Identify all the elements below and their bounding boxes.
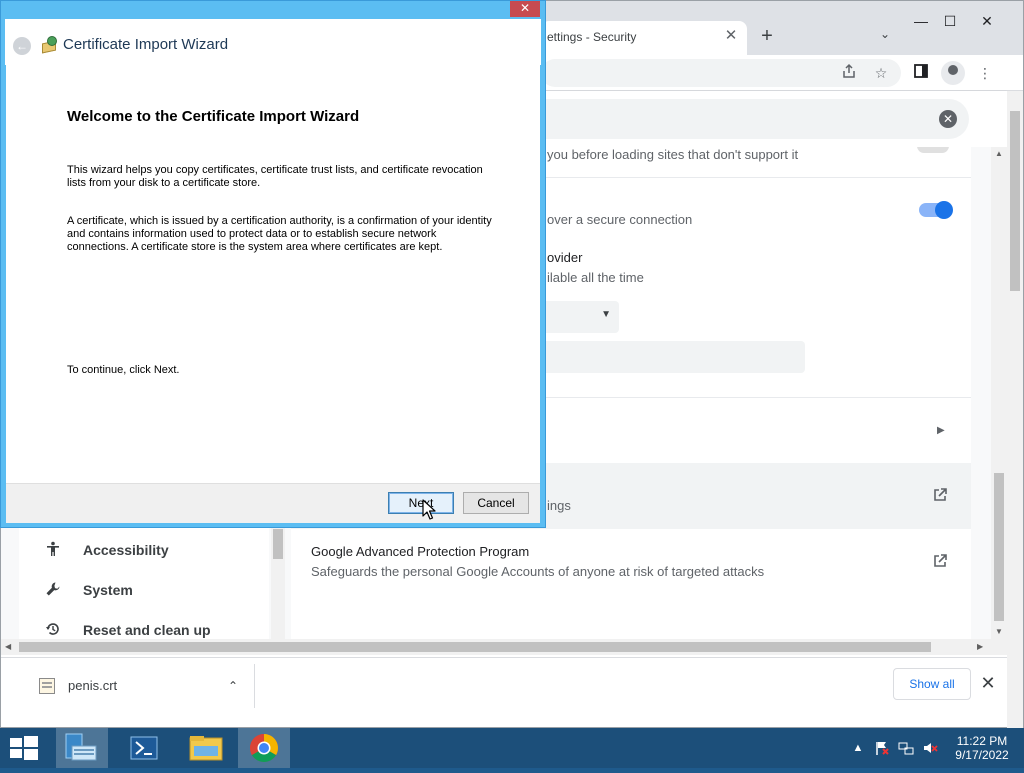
clock-time: 11:22 PM [956,734,1008,748]
sidebar-item-label: Accessibility [83,542,169,558]
tab-search-icon[interactable]: ⌄ [875,27,895,47]
horizontal-scrollbar[interactable]: ◀ ▶ [1,639,1007,655]
sidebar-item-label: System [83,582,133,598]
content-scroll-thumb[interactable] [994,473,1004,621]
wizard-heading: Welcome to the Certificate Import Wizard [67,108,360,125]
secure-dns-toggle[interactable] [919,201,953,219]
next-button[interactable]: Next [388,492,454,514]
external-link-icon [931,487,949,505]
sidebar-item-label: Reset and clean up [83,622,211,638]
advanced-protection-title: Google Advanced Protection Program [311,544,530,559]
custom-provider-input[interactable] [541,341,805,373]
cancel-button[interactable]: Cancel [463,492,529,514]
secure-dns-row-text: over a secure connection [547,212,693,227]
scroll-left-arrow-icon[interactable]: ◀ [5,642,11,651]
certificate-wizard-icon [41,36,59,54]
paragraph-line: lists from your disk to a certificate st… [67,177,261,189]
page-scroll-thumb[interactable] [1010,111,1020,291]
scroll-up-arrow-icon[interactable]: ▲ [995,149,1003,158]
new-tab-button[interactable]: + [757,25,777,47]
show-all-button[interactable]: Show all [893,668,971,700]
wizard-continue-text: To continue, click Next. [67,364,180,376]
advanced-protection-row[interactable]: Google Advanced Protection Program Safeg… [291,529,971,595]
windows-taskbar: ▲ 11:22 PM 9/17/2022 [0,728,1024,768]
certificate-file-icon [39,678,55,694]
maximize-button[interactable]: ☐ [938,11,962,31]
wizard-header: ← Certificate Import Wizard [5,19,541,65]
sidebar-item-system[interactable]: System [43,579,243,603]
chevron-up-icon[interactable]: ⌃ [223,676,243,696]
windows-start-button[interactable] [10,736,38,760]
accessibility-icon [43,541,63,561]
mouse-cursor-icon [422,499,436,520]
chrome-taskbar-button[interactable] [238,728,290,768]
scroll-down-arrow-icon[interactable]: ▼ [995,627,1003,636]
wrench-icon [43,581,63,601]
server-manager-icon [65,733,97,761]
system-clock[interactable]: 11:22 PM 9/17/2022 [950,734,1014,762]
tab-title: ettings - Security [547,30,637,44]
profile-avatar-icon[interactable] [941,61,965,85]
provider-desc: ilable all the time [547,270,644,285]
safe-browsing-row-text: you before loading sites that don't supp… [547,147,799,162]
dropdown-arrow-icon: ▼ [601,309,611,320]
advanced-protection-desc: Safeguards the personal Google Accounts … [311,564,765,579]
paragraph-line: A certificate, which is issued by a cert… [67,215,492,227]
provider-title: ovider [547,250,583,265]
tab-close-icon[interactable]: ✕ [721,26,741,46]
server-manager-taskbar-button[interactable] [56,728,108,768]
side-panel-icon[interactable] [911,63,931,83]
download-item[interactable]: penis.crt ⌃ [21,664,255,708]
settings-search-input[interactable]: ✕ [541,99,969,139]
paragraph-line: and contains information used to protect… [67,228,437,240]
download-bar-close-icon[interactable]: ✕ [977,672,999,694]
window-close-button[interactable]: ✕ [975,11,999,31]
wizard-footer: Next Cancel [6,483,540,523]
file-explorer-taskbar-button[interactable] [180,728,232,768]
wizard-title: Certificate Import Wizard [63,36,229,53]
network-icon[interactable] [898,740,914,756]
toggle-off[interactable] [917,147,949,153]
history-icon [43,621,63,639]
clock-date: 9/17/2022 [955,748,1009,762]
wizard-close-button[interactable]: ✕ [510,1,540,17]
sidebar-scroll-thumb[interactable] [273,529,283,559]
minimize-button[interactable]: — [909,11,933,31]
volume-muted-icon[interactable] [922,740,938,756]
download-bar: penis.crt ⌃ Show all ✕ [1,657,1007,713]
paragraph-line: This wizard helps you copy certificates,… [67,164,483,176]
external-link-icon [931,553,949,571]
bookmark-star-icon[interactable]: ☆ [871,63,891,83]
share-icon[interactable] [839,63,859,83]
content-scrollbar[interactable]: ▲ ▼ [991,147,1007,639]
back-arrow-icon[interactable]: ← [13,37,31,55]
provider-select[interactable]: ▼ [541,301,619,333]
sidebar-item-accessibility[interactable]: Accessibility [43,539,243,563]
tab-settings-security[interactable]: ettings - Security ✕ [541,21,747,55]
wizard-body: Welcome to the Certificate Import Wizard… [6,65,540,483]
manage-certificates-desc: ings [547,498,571,513]
wizard-definition-paragraph: A certificate, which is issued by a cert… [67,215,507,254]
chrome-icon [250,734,278,762]
sidebar-item-reset[interactable]: Reset and clean up [43,619,243,639]
show-hidden-icons-icon[interactable]: ▲ [850,740,866,756]
paragraph-line: connections. A certificate store is the … [67,241,443,253]
powershell-icon [130,736,158,760]
file-explorer-icon [189,736,223,761]
search-clear-icon[interactable]: ✕ [939,110,957,128]
wizard-intro-paragraph: This wizard helps you copy certificates,… [67,164,507,190]
download-file-name: penis.crt [68,678,118,693]
menu-kebab-icon[interactable]: ⋮ [975,63,995,83]
page-scrollbar[interactable] [1007,91,1023,729]
certificate-import-wizard-dialog: ✕ ← Certificate Import Wizard Welcome to… [0,0,546,528]
powershell-taskbar-button[interactable] [118,728,170,768]
scroll-right-arrow-icon[interactable]: ▶ [977,642,983,651]
horizontal-scroll-thumb[interactable] [19,642,931,652]
chevron-right-icon[interactable]: ▶ [937,425,945,436]
toggle-knob [935,201,953,219]
action-center-flag-icon[interactable] [874,740,890,756]
